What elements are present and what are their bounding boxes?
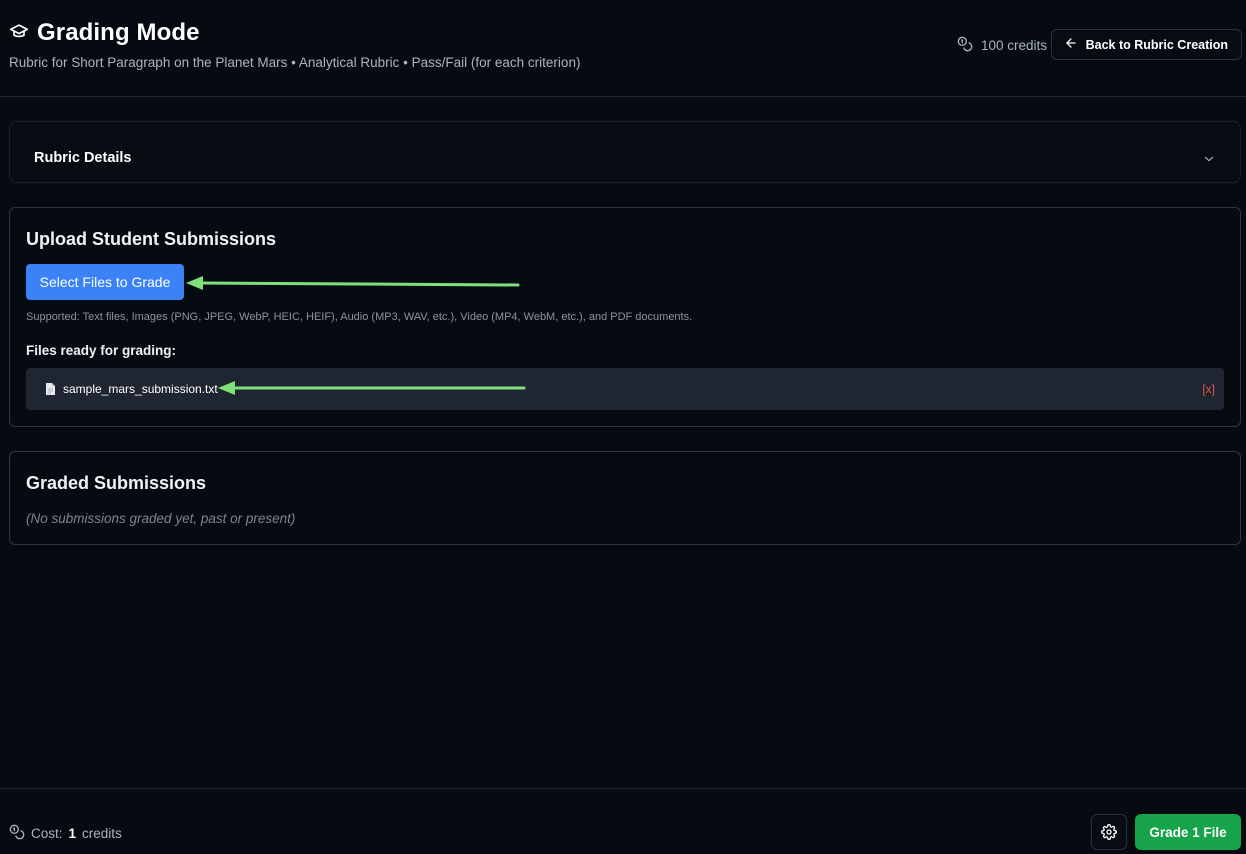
remove-file-button[interactable]: [x] [1202,382,1215,396]
graded-submissions-card: Graded Submissions (No submissions grade… [9,451,1241,545]
cost-suffix: credits [82,826,122,841]
page-title: Grading Mode [37,19,200,46]
grading-page: Grading Mode Rubric for Short Paragraph … [0,0,1246,854]
upload-card-title: Upload Student Submissions [26,229,277,249]
title-row: Grading Mode [9,19,200,47]
footer-bar: Cost: 1 credits Grade 1 File [0,788,1246,854]
file-name: sample_mars_submission.txt [63,382,218,396]
graded-card-title: Graded Submissions [26,473,207,493]
credits-text: 100 credits [980,38,1047,53]
gear-icon [1101,824,1117,840]
credits-display: 100 credits [957,36,1047,55]
page-subtitle: Rubric for Short Paragraph on the Planet… [9,55,581,70]
graduation-cap-icon [9,21,29,46]
files-ready-label: Files ready for grading: [26,343,177,358]
chevron-down-icon [1204,156,1214,162]
back-button-label: Back to Rubric Creation [1085,37,1228,52]
supported-formats-text: Supported: Text files, Images (PNG, JPEG… [26,311,693,323]
rubric-details-accordion[interactable]: Rubric Details [9,121,1241,183]
rubric-details-label: Rubric Details [34,150,132,166]
file-list-item: sample_mars_submission.txt [x] [26,368,1224,410]
cost-display: Cost: 1 credits [9,824,122,843]
cost-prefix: Cost: [31,826,63,841]
no-submissions-text: (No submissions graded yet, past or pres… [26,511,296,526]
select-files-button[interactable]: Select Files to Grade [26,264,184,300]
page-header: Grading Mode Rubric for Short Paragraph … [0,0,1246,97]
back-to-rubric-creation-button[interactable]: Back to Rubric Creation [1050,29,1242,60]
settings-button[interactable] [1091,814,1127,850]
coins-icon [9,824,25,843]
coins-icon [957,36,973,55]
file-icon [46,383,55,395]
upload-submissions-card: Upload Student Submissions Select Files … [9,207,1241,427]
grade-files-button[interactable]: Grade 1 File [1135,814,1241,850]
cost-value: 1 [68,826,77,841]
arrow-left-icon [1064,36,1078,53]
